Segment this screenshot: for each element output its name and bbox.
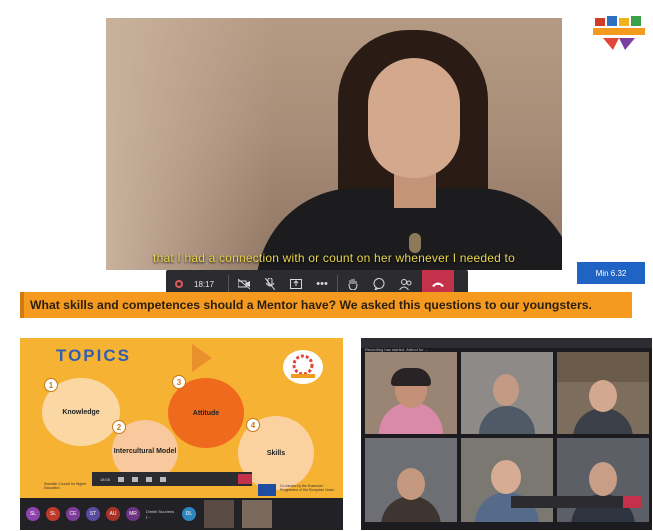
participant-name: Dimitri Sourleris (... — [146, 509, 175, 519]
main-speaker-video: that I had a connection with or count on… — [106, 18, 562, 270]
topic-label: Intercultural Model — [113, 447, 177, 455]
topic-number: 1 — [44, 378, 58, 392]
project-logo-icon — [593, 16, 645, 50]
video-tile[interactable] — [557, 438, 649, 522]
video-tile[interactable] — [365, 352, 457, 434]
topic-label: Skills — [266, 449, 286, 457]
person-head — [397, 468, 425, 500]
topic-label: Knowledge — [62, 408, 100, 416]
video-subtitle: that I had a connection with or count on… — [153, 251, 515, 265]
gallery-view: Recording has started. Attend for ... — [361, 338, 652, 530]
divider — [228, 275, 230, 293]
question-banner: What skills and competences should a Men… — [20, 292, 632, 318]
mini-hang-up-icon[interactable] — [238, 474, 252, 484]
mini-camera-icon[interactable] — [118, 476, 125, 482]
person-body — [479, 406, 535, 434]
person-head — [589, 462, 617, 496]
speaker-pendant — [409, 233, 421, 253]
topic-number: 3 — [172, 375, 186, 389]
avatar[interactable]: SL — [46, 507, 60, 521]
bookshelf — [557, 352, 649, 382]
video-tile[interactable] — [461, 352, 553, 434]
triangle-decoration — [192, 344, 212, 372]
slide-logo-icon — [283, 350, 323, 384]
avatar[interactable]: CE — [66, 507, 80, 521]
mini-share-icon[interactable] — [146, 476, 153, 482]
speaker-face — [368, 58, 460, 178]
mini-more-icon[interactable] — [160, 476, 167, 482]
person-head — [589, 380, 617, 412]
footer-right-text: Co-funded by the Erasmus+ Programme of t… — [280, 484, 335, 492]
banner-text: What skills and competences should a Men… — [30, 298, 592, 312]
gallery-hang-up-icon[interactable] — [623, 496, 641, 508]
topic-number: 2 — [112, 420, 126, 434]
divider — [337, 275, 339, 293]
participant-thumbnail[interactable] — [242, 500, 272, 528]
mini-control-bar: 18:05 — [92, 472, 252, 486]
slide-title: TOPICS — [56, 346, 131, 365]
topics-slide: TOPICS Knowledge Attitude Intercultural … — [20, 338, 343, 498]
video-tile[interactable] — [557, 352, 649, 434]
background-wall — [106, 18, 276, 270]
participants-strip: SL SL CE ST AU MR Dimitri Sourleris (...… — [20, 498, 343, 530]
gallery-control-bar — [511, 496, 641, 508]
recording-icon — [172, 277, 186, 291]
eu-flag-icon — [258, 484, 276, 496]
avatar[interactable]: SL — [26, 507, 40, 521]
recording-notice: Recording has started. Attend for ... — [361, 338, 652, 352]
avatar[interactable]: MR — [126, 507, 140, 521]
mini-timer: 18:05 — [100, 476, 111, 482]
headphones — [391, 368, 431, 386]
avatar[interactable]: DL — [182, 507, 196, 521]
meeting-screen: that I had a connection with or count on… — [0, 0, 653, 531]
mini-mic-icon[interactable] — [132, 476, 139, 482]
video-tile[interactable] — [365, 438, 457, 522]
avatar[interactable]: ST — [86, 507, 100, 521]
video-tile[interactable] — [461, 438, 553, 522]
topic-label: Attitude — [192, 409, 220, 417]
person-head — [491, 460, 521, 494]
person-head — [493, 374, 519, 406]
meeting-timer: 18:17 — [194, 279, 215, 289]
time-badge: Min 6.32 — [577, 262, 645, 284]
footer-left-logo: Swedish Council for Higher Education — [44, 482, 87, 490]
banner-accent — [20, 292, 24, 318]
avatar[interactable]: AU — [106, 507, 120, 521]
topic-number: 4 — [246, 418, 260, 432]
participant-thumbnail[interactable] — [204, 500, 234, 528]
